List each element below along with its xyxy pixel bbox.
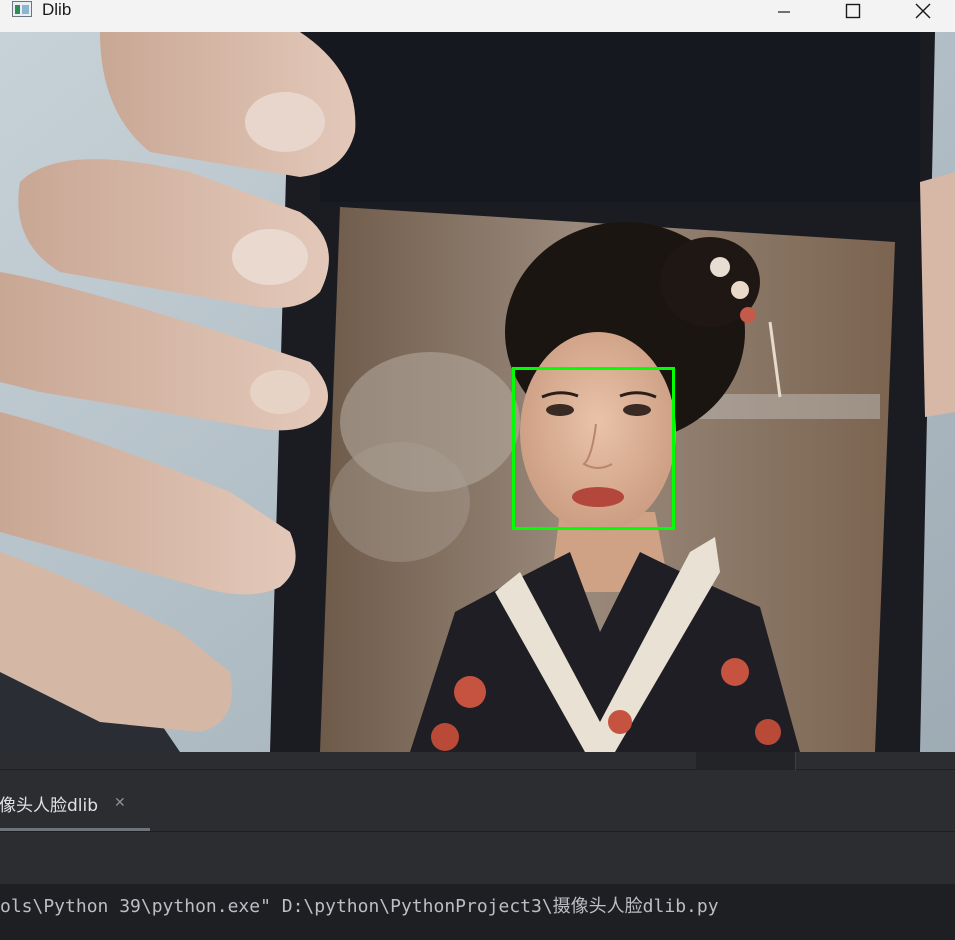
run-tab[interactable]: 像头人脸dlib ✕ bbox=[0, 792, 126, 816]
maximize-icon bbox=[845, 3, 861, 19]
close-tab-icon[interactable]: ✕ bbox=[114, 795, 126, 811]
dlib-window: Dlib bbox=[0, 0, 955, 752]
panel-top-segment bbox=[696, 752, 796, 770]
active-tab-indicator bbox=[0, 828, 150, 831]
face-detection-box bbox=[512, 367, 675, 530]
close-icon bbox=[915, 3, 931, 19]
run-toolbar bbox=[0, 832, 955, 884]
run-tab-label: 像头人脸dlib bbox=[0, 795, 99, 816]
panel-top-strip bbox=[0, 752, 955, 770]
maximize-button[interactable] bbox=[830, 0, 876, 22]
close-button[interactable] bbox=[900, 0, 946, 22]
camera-image bbox=[0, 32, 955, 752]
console-output[interactable]: ols\Python 39\python.exe" D:\python\Pyth… bbox=[0, 884, 955, 940]
camera-frame bbox=[0, 32, 955, 752]
minimize-button[interactable] bbox=[761, 0, 807, 22]
title-bar[interactable]: Dlib bbox=[0, 0, 955, 32]
app-icon bbox=[12, 1, 32, 17]
ide-run-panel: 像头人脸dlib ✕ ols\Python 39\python.exe" D:\… bbox=[0, 752, 955, 940]
run-tab-bar: 像头人脸dlib ✕ bbox=[0, 770, 955, 832]
window-title: Dlib bbox=[42, 0, 72, 19]
console-command-line: ols\Python 39\python.exe" D:\python\Pyth… bbox=[0, 896, 719, 917]
minimize-icon bbox=[778, 11, 790, 13]
